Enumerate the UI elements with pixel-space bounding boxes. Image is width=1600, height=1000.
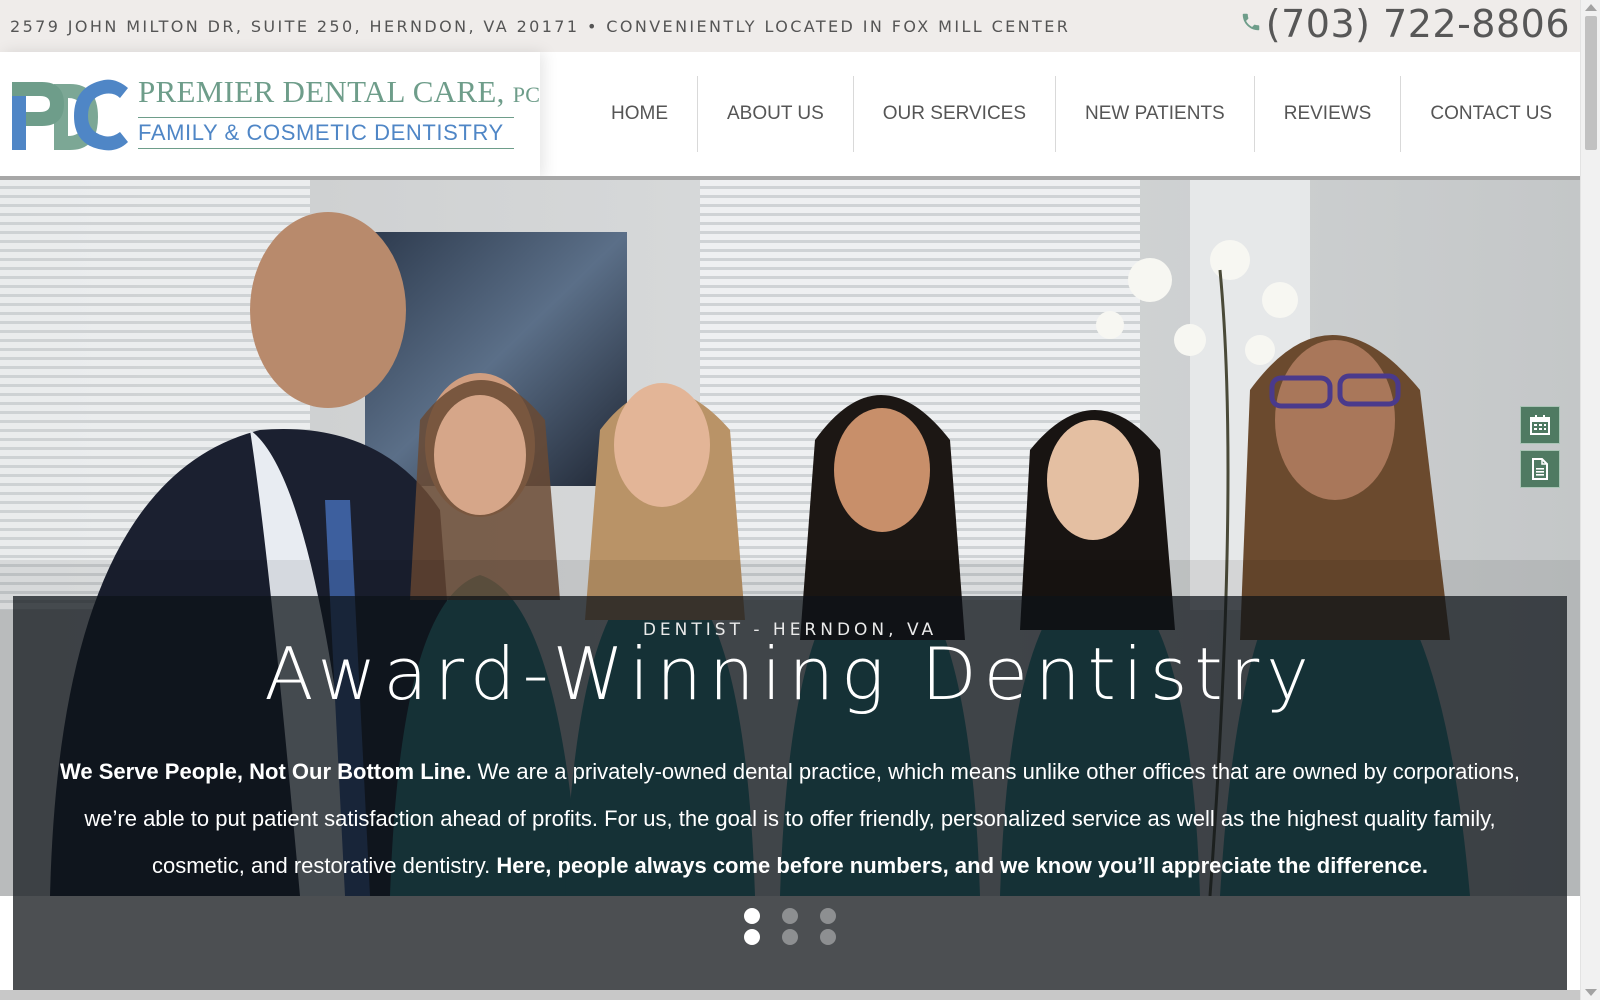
logo-tagline: FAMILY & COSMETIC DENTISTRY [138,120,504,145]
nav-item-new-patients[interactable]: NEW PATIENTS [1055,76,1254,152]
hero-slider: DENTIST - HERNDON, VA Award-Winning Dent… [0,180,1580,896]
hero-body-close: Here, people always come before numbers,… [496,853,1429,878]
phone-link[interactable]: (703) 722-8806 [1240,2,1570,46]
site-header: PREMIER DENTAL CARE, PC FAMILY & COSMETI… [0,52,1580,178]
slider-dot[interactable] [820,908,836,924]
logo[interactable]: PREMIER DENTAL CARE, PC FAMILY & COSMETI… [0,52,540,178]
logo-pc-suffix: PC [512,82,541,107]
logo-practice-name: PREMIER DENTAL CARE, PC [138,74,540,110]
hero-caption: DENTIST - HERNDON, VA Award-Winning Dent… [13,596,1567,896]
document-icon [1532,458,1548,480]
phone-icon [1242,13,1260,31]
scroll-down-arrow-icon[interactable] [1585,989,1597,996]
side-action-buttons [1520,406,1560,494]
logo-underline [138,148,514,149]
calendar-icon [1530,415,1550,435]
nav-item-contact-us[interactable]: CONTACT US [1400,76,1581,152]
slider-dot[interactable] [744,908,760,924]
phone-number: (703) 722-8806 [1265,2,1570,46]
office-address: 2579 JOHN MILTON DR, SUITE 250, HERNDON,… [10,17,1071,36]
scrollbar-thumb[interactable] [1585,16,1597,150]
pdc-monogram-icon [12,79,128,151]
slider-dot[interactable] [820,929,836,945]
slider-dot[interactable] [744,929,760,945]
slider-dot[interactable] [782,908,798,924]
nav-item-reviews[interactable]: REVIEWS [1253,76,1401,152]
hero-body-lead: We Serve People, Not Our Bottom Line. [60,759,472,784]
nav-item-about-us[interactable]: ABOUT US [697,76,853,152]
patient-forms-button[interactable] [1520,450,1560,488]
slider-dot[interactable] [782,929,798,945]
appointment-button[interactable] [1520,406,1560,444]
vertical-scrollbar[interactable] [1580,0,1600,1000]
nav-item-home[interactable]: HOME [582,76,697,152]
main-navigation: HOME ABOUT US OUR SERVICES NEW PATIENTS … [582,76,1581,152]
page-bottom-strip [0,990,1580,1000]
hero-headline: Award-Winning Dentistry [264,632,1316,716]
top-info-bar: 2579 JOHN MILTON DR, SUITE 250, HERNDON,… [0,0,1580,52]
logo-name-text: PREMIER DENTAL CARE, [138,74,505,109]
slider-controls [13,896,1567,990]
scroll-up-arrow-icon[interactable] [1585,4,1597,11]
logo-divider [138,117,514,118]
slider-dots [744,908,836,945]
nav-item-our-services[interactable]: OUR SERVICES [852,76,1055,152]
hero-body-text: We Serve People, Not Our Bottom Line. We… [35,748,1545,889]
